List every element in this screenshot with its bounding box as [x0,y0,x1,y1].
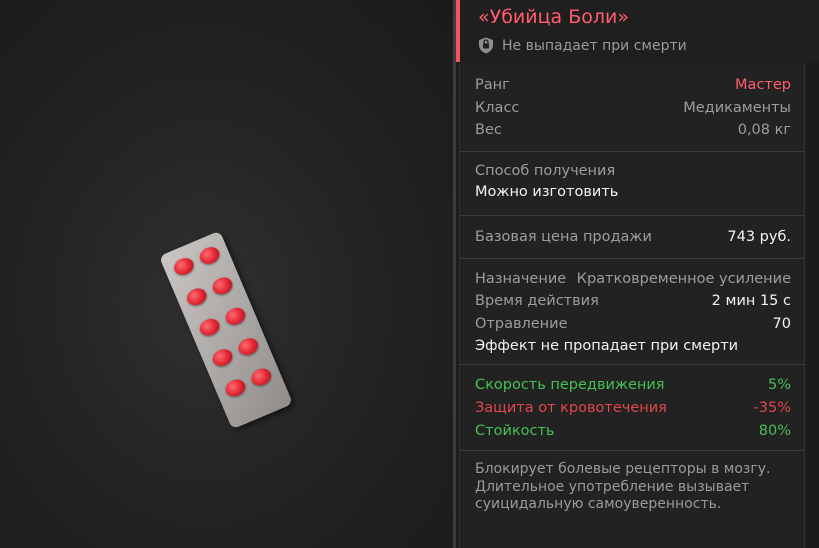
effect-row-vigor: Стойкость 80% [475,423,791,443]
section-divider [460,215,806,216]
effect-label: Защита от кровотечения [475,400,667,416]
detail-value: Кратковременное усиление [576,271,791,287]
pill [223,376,248,400]
pill [197,244,222,267]
effect-row-speed: Скорость передвижения 5% [475,377,791,397]
effect-note: Эффект не пропадает при смерти [475,338,739,354]
effect-value: 80% [758,423,791,439]
stat-row-rank: Ранг Мастер [475,77,791,97]
price-label: Базовая цена продажи [475,229,652,245]
detail-label: Отравление [475,316,568,332]
effect-label: Стойкость [475,423,555,439]
section-divider [460,151,806,152]
shield-icon [479,37,493,54]
panel-scrollbar[interactable] [805,63,819,548]
detail-value: 2 мин 15 с [711,293,791,309]
stat-value: 0,08 кг [737,122,791,138]
pill [248,365,274,389]
item-3d-viewer[interactable] [0,0,453,548]
stat-row-weight: Вес 0,08 кг [475,122,791,142]
effect-label: Скорость передвижения [475,377,665,393]
item-header: «Убийца Боли» Не выпадает при смерти [456,0,819,62]
price-value: 743 руб. [727,229,791,245]
item-description: Блокирует болевые рецепторы в мозгу. Дли… [475,461,771,512]
stat-label: Вес [475,122,502,138]
effect-value: -35% [753,400,791,416]
pill [171,255,197,278]
item-title: «Убийца Боли» [478,6,630,28]
price-row: Базовая цена продажи 743 руб. [475,229,791,249]
pill-blister-image [158,230,294,430]
stat-value: Медикаменты [683,100,791,116]
pill [184,285,210,309]
pill [197,315,222,339]
detail-row-duration: Время действия 2 мин 15 с [475,293,791,313]
keep-on-death-row: Не выпадает при смерти [478,37,687,54]
stat-label: Ранг [475,77,510,93]
pill [235,335,261,358]
stat-row-class: Класс Медикаменты [475,100,791,120]
pill [210,274,235,298]
detail-label: Назначение [475,271,567,287]
obtain-label: Способ получения [475,163,616,179]
section-divider [460,450,806,451]
item-stats-card: Ранг Мастер Класс Медикаменты Вес 0,08 к… [459,63,806,548]
effect-row-bleeding: Защита от кровотечения -35% [475,400,791,420]
item-info-panel: «Убийца Боли» Не выпадает при смерти Ран… [456,0,819,548]
stat-value: Мастер [735,77,791,93]
effect-value: 5% [767,377,791,393]
detail-label: Время действия [475,293,599,309]
obtain-value: Можно изготовить [475,184,619,200]
section-divider [460,258,806,259]
detail-row-purpose: Назначение Кратковременное усиление [475,271,791,291]
stat-label: Класс [475,100,520,116]
pill [210,346,235,369]
section-divider [460,364,806,365]
detail-value: 70 [772,316,791,332]
detail-row-poisoning: Отравление 70 [475,316,791,336]
keep-on-death-text: Не выпадает при смерти [502,37,687,54]
pill [223,304,248,328]
